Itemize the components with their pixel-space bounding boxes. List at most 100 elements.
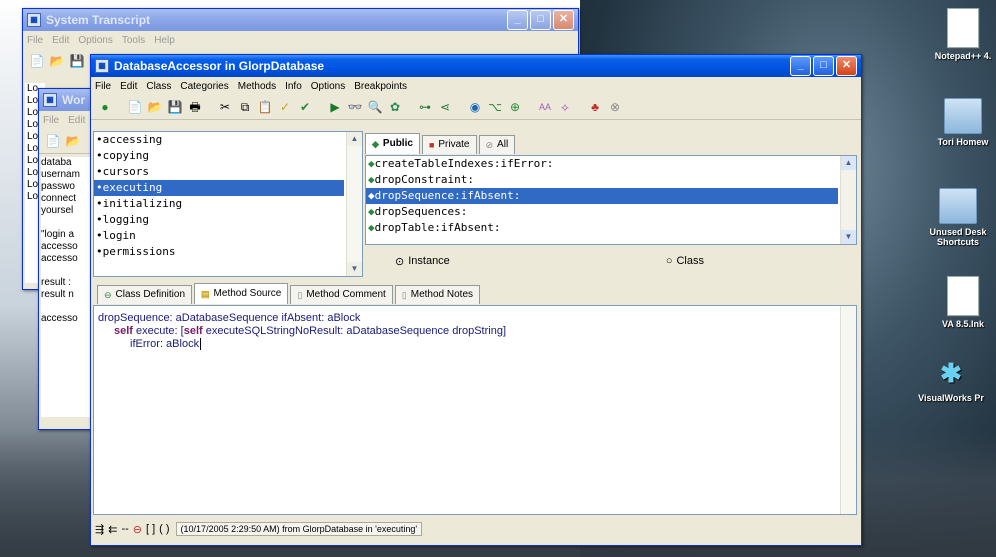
browser-titlebar[interactable]: ▦ DatabaseAccessor in GlorpDatabase _ □ … — [91, 55, 861, 77]
minimize-button[interactable]: _ — [507, 10, 528, 30]
class-browser-window[interactable]: ▦ DatabaseAccessor in GlorpDatabase _ □ … — [90, 54, 862, 546]
copy-icon[interactable]: ⧉ — [237, 99, 253, 115]
play-icon[interactable]: ▶ — [327, 99, 343, 115]
menu-file[interactable]: File — [27, 35, 43, 46]
hierarchy-icon[interactable]: ⊶ — [417, 99, 433, 115]
menu-edit[interactable]: Edit — [68, 115, 85, 126]
tab-public[interactable]: ◆ Public — [365, 133, 420, 154]
parens-icon[interactable]: ( ) — [159, 523, 169, 535]
target-icon[interactable]: ⊕ — [507, 99, 523, 115]
scroll-down-icon[interactable]: ▼ — [347, 262, 362, 276]
print-icon[interactable]: 🖶 — [187, 99, 203, 115]
outdent-icon[interactable]: ⇇ — [108, 523, 117, 536]
list-item[interactable]: •initializing — [94, 196, 362, 212]
list-item[interactable]: ◆dropTable:ifAbsent: — [366, 220, 856, 236]
list-item[interactable]: ◆dropConstraint: — [366, 172, 856, 188]
list-item[interactable]: •logging — [94, 212, 362, 228]
new-icon[interactable]: 📄 — [45, 133, 61, 149]
comment-icon[interactable]: -- — [121, 523, 128, 535]
menu-edit[interactable]: Edit — [52, 35, 69, 46]
new-icon[interactable]: 📄 — [29, 53, 45, 69]
method-scrollbar[interactable]: ▲ ▼ — [840, 156, 856, 244]
format-icon[interactable]: ⟡ — [557, 99, 573, 115]
save-icon[interactable]: 💾 — [167, 99, 183, 115]
radio-selected-icon: ⊙ — [395, 255, 405, 268]
team-icon[interactable]: ♣ — [587, 99, 603, 115]
breakpoint-icon[interactable]: ⊖ — [133, 523, 142, 536]
menu-edit[interactable]: Edit — [120, 81, 137, 92]
desktop-icon-tori[interactable]: Tori Homew — [918, 98, 996, 147]
tab-private[interactable]: ■ Private — [421, 135, 477, 154]
list-item[interactable]: •login — [94, 228, 362, 244]
desktop-icon-unused-shortcuts[interactable]: Unused Desk Shortcuts — [910, 188, 996, 247]
run-icon[interactable]: ● — [97, 99, 113, 115]
list-item-selected[interactable]: •executing — [94, 180, 344, 196]
scroll-up-icon[interactable]: ▲ — [841, 156, 856, 170]
menu-class[interactable]: Class — [146, 81, 171, 92]
method-source-icon: ▤ — [201, 289, 210, 299]
desktop-icon-va[interactable]: VA 8.5.lnk — [918, 276, 996, 329]
list-item[interactable]: •cursors — [94, 164, 362, 180]
accept-icon[interactable]: ✔ — [297, 99, 313, 115]
minimize-button[interactable]: _ — [790, 56, 811, 76]
class-radio[interactable]: ○ Class — [666, 255, 704, 267]
tab-all[interactable]: ⊘ All — [478, 135, 516, 154]
close-button[interactable]: ✕ — [553, 10, 574, 30]
open-icon[interactable]: 📂 — [49, 53, 65, 69]
scroll-up-icon[interactable]: ▲ — [347, 132, 362, 146]
method-list[interactable]: ◆createTableIndexes:ifError: ◆dropConstr… — [365, 155, 857, 245]
menu-categories[interactable]: Categories — [180, 81, 228, 92]
menu-options[interactable]: Options — [311, 81, 345, 92]
list-item[interactable]: •accessing — [94, 132, 362, 148]
indent-icon[interactable]: ⇶ — [95, 523, 104, 536]
text-cursor — [200, 338, 202, 350]
save-icon[interactable]: 💾 — [69, 53, 85, 69]
font-icon[interactable]: AA — [537, 99, 553, 115]
debug-icon[interactable]: ✿ — [387, 99, 403, 115]
list-item[interactable]: •copying — [94, 148, 362, 164]
category-scrollbar[interactable]: ▲ ▼ — [346, 132, 362, 276]
menu-info[interactable]: Info — [285, 81, 302, 92]
scroll-down-icon[interactable]: ▼ — [841, 230, 856, 244]
maximize-button[interactable]: □ — [530, 10, 551, 30]
menu-tools[interactable]: Tools — [122, 35, 145, 46]
tree-icon[interactable]: ⌥ — [487, 99, 503, 115]
transcript-titlebar[interactable]: ▦ System Transcript _ □ ✕ — [23, 9, 578, 31]
search-icon[interactable]: 🔍 — [367, 99, 383, 115]
window-icon: ▦ — [95, 59, 109, 73]
menu-options[interactable]: Options — [78, 35, 112, 46]
desktop-icon-visualworks[interactable]: ✱ VisualWorks Pr — [906, 356, 996, 403]
menu-breakpoints[interactable]: Breakpoints — [354, 81, 407, 92]
list-item[interactable]: ◆createTableIndexes:ifError: — [366, 156, 856, 172]
new-icon[interactable]: 📄 — [127, 99, 143, 115]
references-icon[interactable]: ⋖ — [437, 99, 453, 115]
open-icon[interactable]: 📂 — [65, 133, 81, 149]
brackets-icon[interactable]: [ ] — [146, 523, 155, 535]
desktop-icon-notepad[interactable]: Notepad++ 4. — [918, 8, 996, 61]
globe-icon[interactable]: ◉ — [467, 99, 483, 115]
paste-icon[interactable]: 📋 — [257, 99, 273, 115]
source-scrollbar[interactable] — [840, 306, 856, 514]
list-item[interactable]: ◆dropSequences: — [366, 204, 856, 220]
cut-icon[interactable]: ✂ — [217, 99, 233, 115]
link-icon[interactable]: ⊗ — [607, 99, 623, 115]
open-icon[interactable]: 📂 — [147, 99, 163, 115]
menu-file[interactable]: File — [95, 81, 111, 92]
menu-methods[interactable]: Methods — [238, 81, 276, 92]
tab-class-definition[interactable]: ⊖ Class Definition — [97, 285, 193, 304]
maximize-button[interactable]: □ — [813, 56, 834, 76]
tab-method-comment[interactable]: ▯ Method Comment — [290, 285, 393, 304]
list-item[interactable]: •permissions — [94, 244, 362, 260]
inspect-icon[interactable]: 👓 — [347, 99, 363, 115]
method-source-editor[interactable]: dropSequence: aDatabaseSequence ifAbsent… — [93, 305, 857, 515]
check-icon[interactable]: ✓ — [277, 99, 293, 115]
close-button[interactable]: ✕ — [836, 56, 857, 76]
workspace-text[interactable]: databa usernam passwo connect yoursel "l… — [41, 157, 95, 417]
menu-help[interactable]: Help — [154, 35, 175, 46]
menu-file[interactable]: File — [43, 115, 59, 126]
list-item-selected[interactable]: ◆dropSequence:ifAbsent: — [366, 188, 838, 204]
tab-method-source[interactable]: ▤ Method Source — [194, 283, 289, 304]
instance-radio[interactable]: ⊙ Instance — [395, 255, 450, 268]
tab-method-notes[interactable]: ▯ Method Notes — [394, 285, 481, 304]
category-list[interactable]: •accessing •copying •cursors •executing … — [93, 131, 363, 277]
